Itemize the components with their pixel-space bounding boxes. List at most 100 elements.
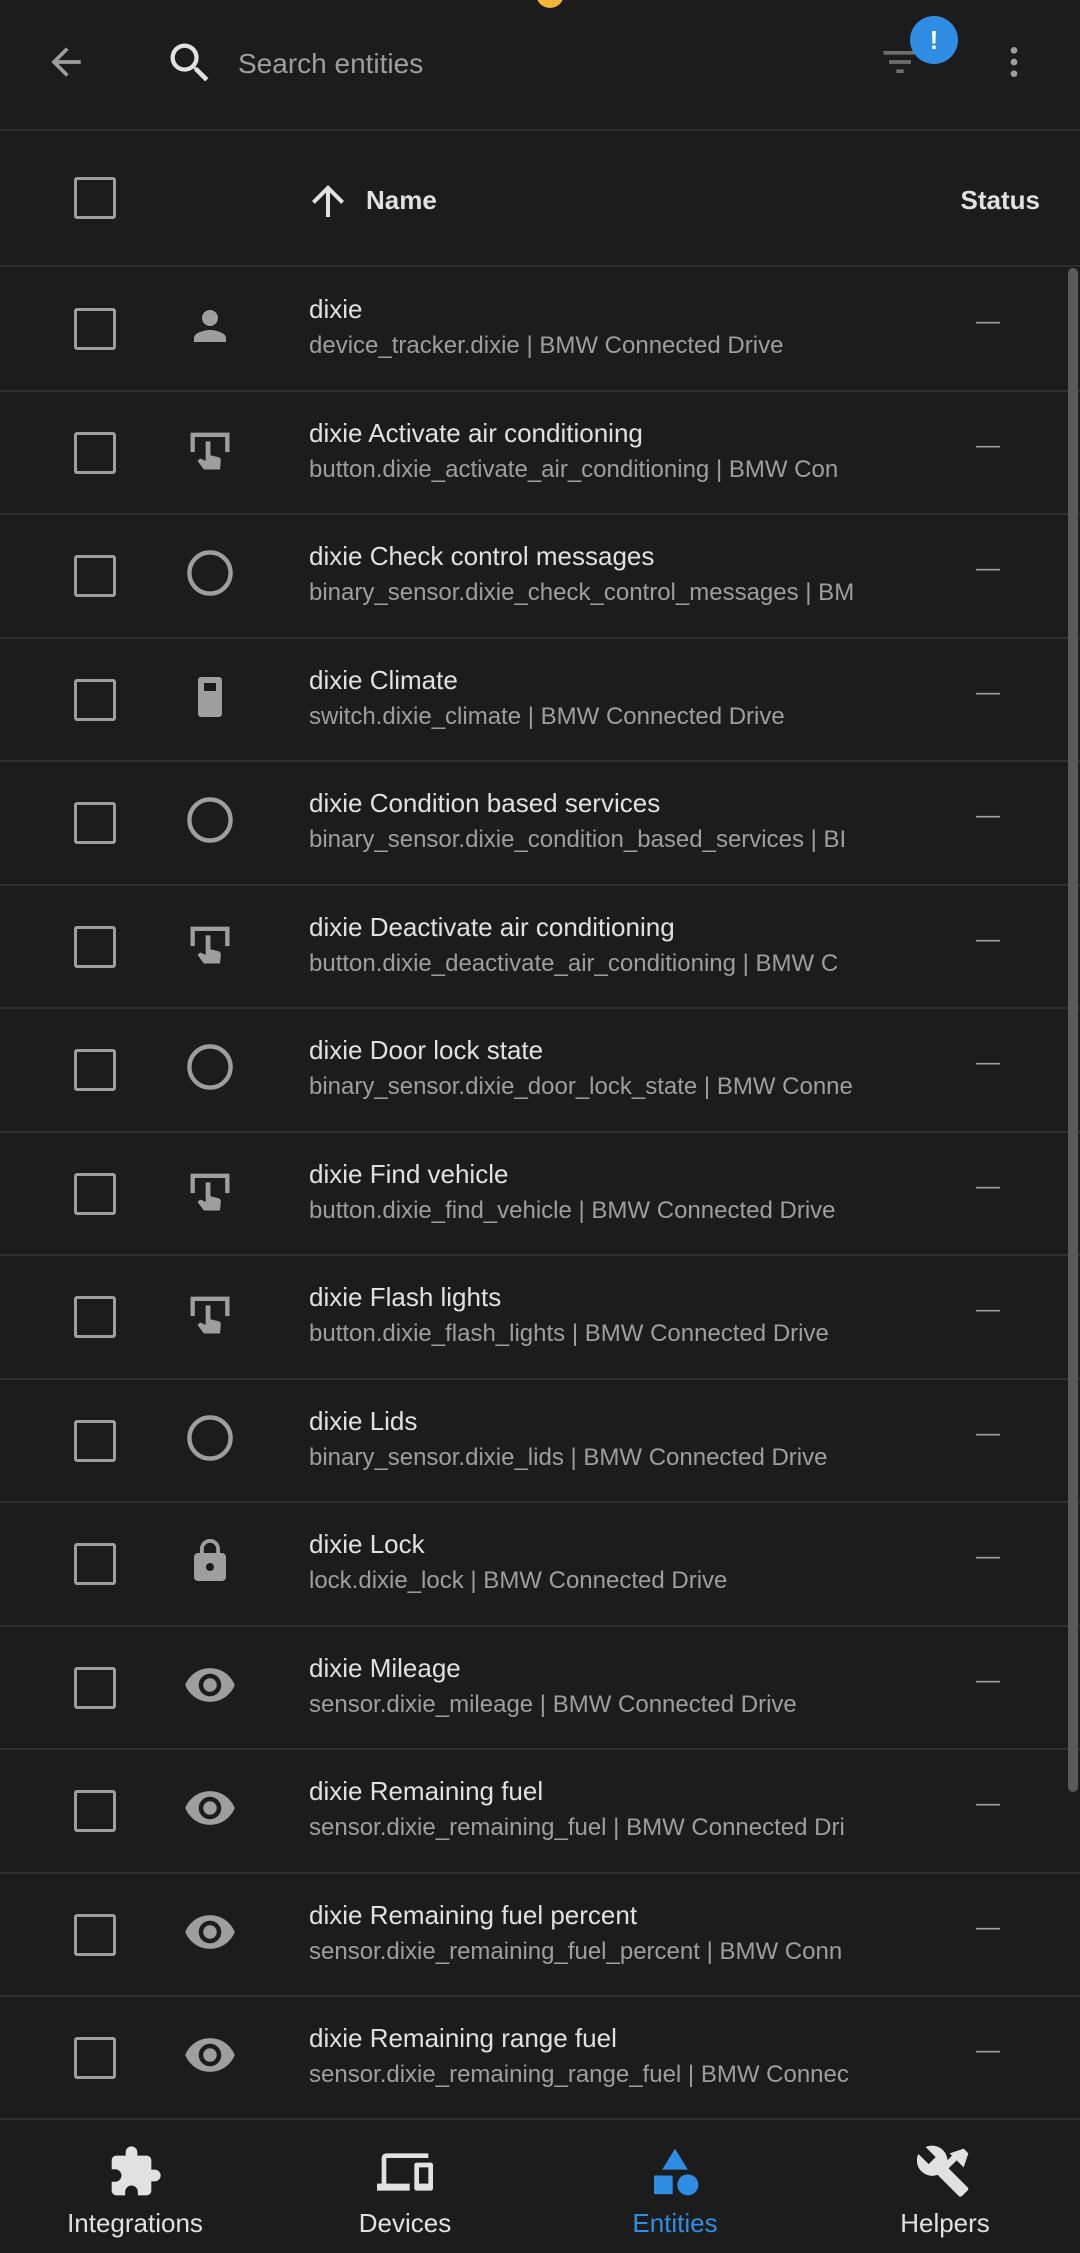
entity-status: — [976, 308, 1000, 335]
entity-status: — [976, 1172, 1000, 1200]
table-row[interactable]: dixie Lids binary_sensor.dixie_lids | BM… [0, 1380, 1080, 1503]
nav-item-integrations[interactable]: Integrations [0, 2120, 270, 2253]
entity-status: — [976, 2037, 1000, 2064]
entity-status: — [976, 802, 1000, 829]
column-header-status[interactable]: Status [961, 185, 1040, 216]
row-checkbox[interactable] [74, 555, 116, 597]
entity-status: — [976, 678, 1000, 706]
entity-status: — [976, 1913, 1000, 1941]
nav-item-devices[interactable]: Devices [270, 2120, 540, 2253]
entity-name: dixie Deactivate air conditioning [309, 911, 675, 942]
row-checkbox[interactable] [74, 431, 116, 474]
nav-item-entities[interactable]: Entities [540, 2120, 810, 2253]
entity-name: dixie Lids [309, 1405, 418, 1436]
scrollbar[interactable] [1068, 268, 1078, 1792]
entity-id-integration: binary_sensor.dixie_condition_based_serv… [309, 826, 847, 853]
entity-name: dixie Mileage [309, 1652, 461, 1683]
table-row[interactable]: dixie Remaining fuel sensor.dixie_remain… [0, 1750, 1080, 1874]
nav-label: Integrations [67, 2208, 203, 2238]
entity-status: — [976, 555, 1000, 582]
table-row[interactable]: dixie Deactivate air conditioning button… [0, 886, 1080, 1009]
switch-icon [182, 669, 238, 725]
gesture-tap-button-icon [182, 1286, 238, 1342]
row-checkbox[interactable] [74, 1666, 116, 1709]
table-row[interactable]: dixie Activate air conditioning button.d… [0, 392, 1080, 515]
row-checkbox[interactable] [74, 925, 116, 968]
circle-outline-icon [182, 792, 238, 848]
entity-id-integration: sensor.dixie_remaining_fuel_percent | BM… [309, 1937, 843, 1965]
entity-name: dixie Remaining fuel [309, 1776, 544, 1806]
back-button[interactable] [34, 30, 98, 94]
entity-id-integration: button.dixie_find_vehicle | BMW Connecte… [309, 1196, 836, 1224]
lock-icon [182, 1533, 238, 1589]
dots-vertical-icon [1010, 47, 1018, 77]
table-row[interactable]: dixie Check control messages binary_sens… [0, 515, 1080, 639]
shapes-icon [647, 2144, 703, 2200]
entity-id-integration: button.dixie_activate_air_conditioning |… [309, 455, 839, 483]
accent-indicator [536, 0, 564, 8]
select-all-checkbox[interactable] [74, 177, 116, 219]
table-row[interactable]: dixie Lock lock.dixie_lock | BMW Connect… [0, 1503, 1080, 1627]
circle-outline-icon [182, 1410, 238, 1466]
entity-id-integration: binary_sensor.dixie_lids | BMW Connected… [309, 1443, 828, 1471]
eye-icon [182, 2027, 238, 2083]
entity-name: dixie Check control messages [309, 541, 655, 571]
row-checkbox[interactable] [74, 1913, 116, 1956]
entity-id-integration: button.dixie_deactivate_air_conditioning… [309, 949, 839, 977]
table-header: Name Status [0, 133, 1080, 267]
circle-outline-icon [182, 545, 238, 601]
entity-id-integration: sensor.dixie_mileage | BMW Connected Dri… [309, 1690, 797, 1718]
table-row[interactable]: dixie Climate switch.dixie_climate | BMW… [0, 639, 1080, 762]
entity-name: dixie Lock [309, 1529, 425, 1559]
gesture-tap-button-icon [182, 1163, 238, 1219]
bottom-navigation: Integrations Devices Entities Helpers [0, 2118, 1080, 2253]
entity-status: — [976, 1049, 1000, 1076]
entity-name: dixie Remaining range fuel [309, 2023, 617, 2053]
row-checkbox[interactable] [74, 1296, 116, 1338]
nav-label: Entities [632, 2208, 718, 2238]
row-checkbox[interactable] [74, 678, 116, 721]
table-row[interactable]: dixie Flash lights button.dixie_flash_li… [0, 1256, 1080, 1380]
row-checkbox[interactable] [74, 2037, 116, 2079]
entities-page: ! Name Status dixie device_tracker.dixie… [0, 0, 1080, 2253]
nav-label: Devices [358, 2208, 452, 2238]
entity-list: dixie device_tracker.dixie | BMW Connect… [0, 268, 1080, 2121]
entity-id-integration: button.dixie_flash_lights | BMW Connecte… [309, 1320, 829, 1347]
gesture-tap-button-icon [182, 916, 238, 972]
row-checkbox[interactable] [74, 1049, 116, 1091]
column-header-name[interactable]: Name [366, 185, 437, 216]
row-checkbox[interactable] [74, 1172, 116, 1215]
devices-icon [377, 2144, 433, 2200]
search-icon [160, 33, 220, 93]
entity-id-integration: device_tracker.dixie | BMW Connected Dri… [309, 332, 784, 359]
entity-id-integration: sensor.dixie_remaining_fuel | BMW Connec… [309, 1814, 845, 1841]
nav-item-helpers[interactable]: Helpers [810, 2120, 1080, 2253]
table-row[interactable]: dixie device_tracker.dixie | BMW Connect… [0, 268, 1080, 392]
table-row[interactable]: dixie Condition based services binary_se… [0, 762, 1080, 886]
circle-outline-icon [182, 1039, 238, 1095]
entity-name: dixie Door lock state [309, 1035, 544, 1065]
search-input[interactable] [238, 36, 798, 92]
overflow-menu-button[interactable] [986, 30, 1042, 94]
table-row[interactable]: dixie Remaining fuel percent sensor.dixi… [0, 1874, 1080, 1997]
entity-status: — [976, 1296, 1000, 1323]
table-row[interactable]: dixie Door lock state binary_sensor.dixi… [0, 1009, 1080, 1133]
entity-status: — [976, 1666, 1000, 1694]
entity-name: dixie Find vehicle [309, 1158, 509, 1189]
table-row[interactable]: dixie Find vehicle button.dixie_find_veh… [0, 1133, 1080, 1256]
table-row[interactable]: dixie Mileage sensor.dixie_mileage | BMW… [0, 1627, 1080, 1750]
row-checkbox[interactable] [74, 1419, 116, 1462]
table-row[interactable]: dixie Remaining range fuel sensor.dixie_… [0, 1997, 1080, 2121]
entity-status: — [976, 1543, 1000, 1570]
entity-id-integration: sensor.dixie_remaining_range_fuel | BMW … [309, 2061, 849, 2088]
row-checkbox[interactable] [74, 802, 116, 844]
row-checkbox[interactable] [74, 1543, 116, 1585]
entity-name: dixie Activate air conditioning [309, 417, 643, 448]
row-checkbox[interactable] [74, 1790, 116, 1832]
person-icon [182, 298, 238, 354]
top-app-bar: ! [0, 0, 1080, 131]
entity-status: — [976, 1419, 1000, 1447]
arrow-up-sort-icon[interactable] [304, 177, 352, 225]
entity-id-integration: switch.dixie_climate | BMW Connected Dri… [309, 702, 785, 730]
row-checkbox[interactable] [74, 308, 116, 350]
